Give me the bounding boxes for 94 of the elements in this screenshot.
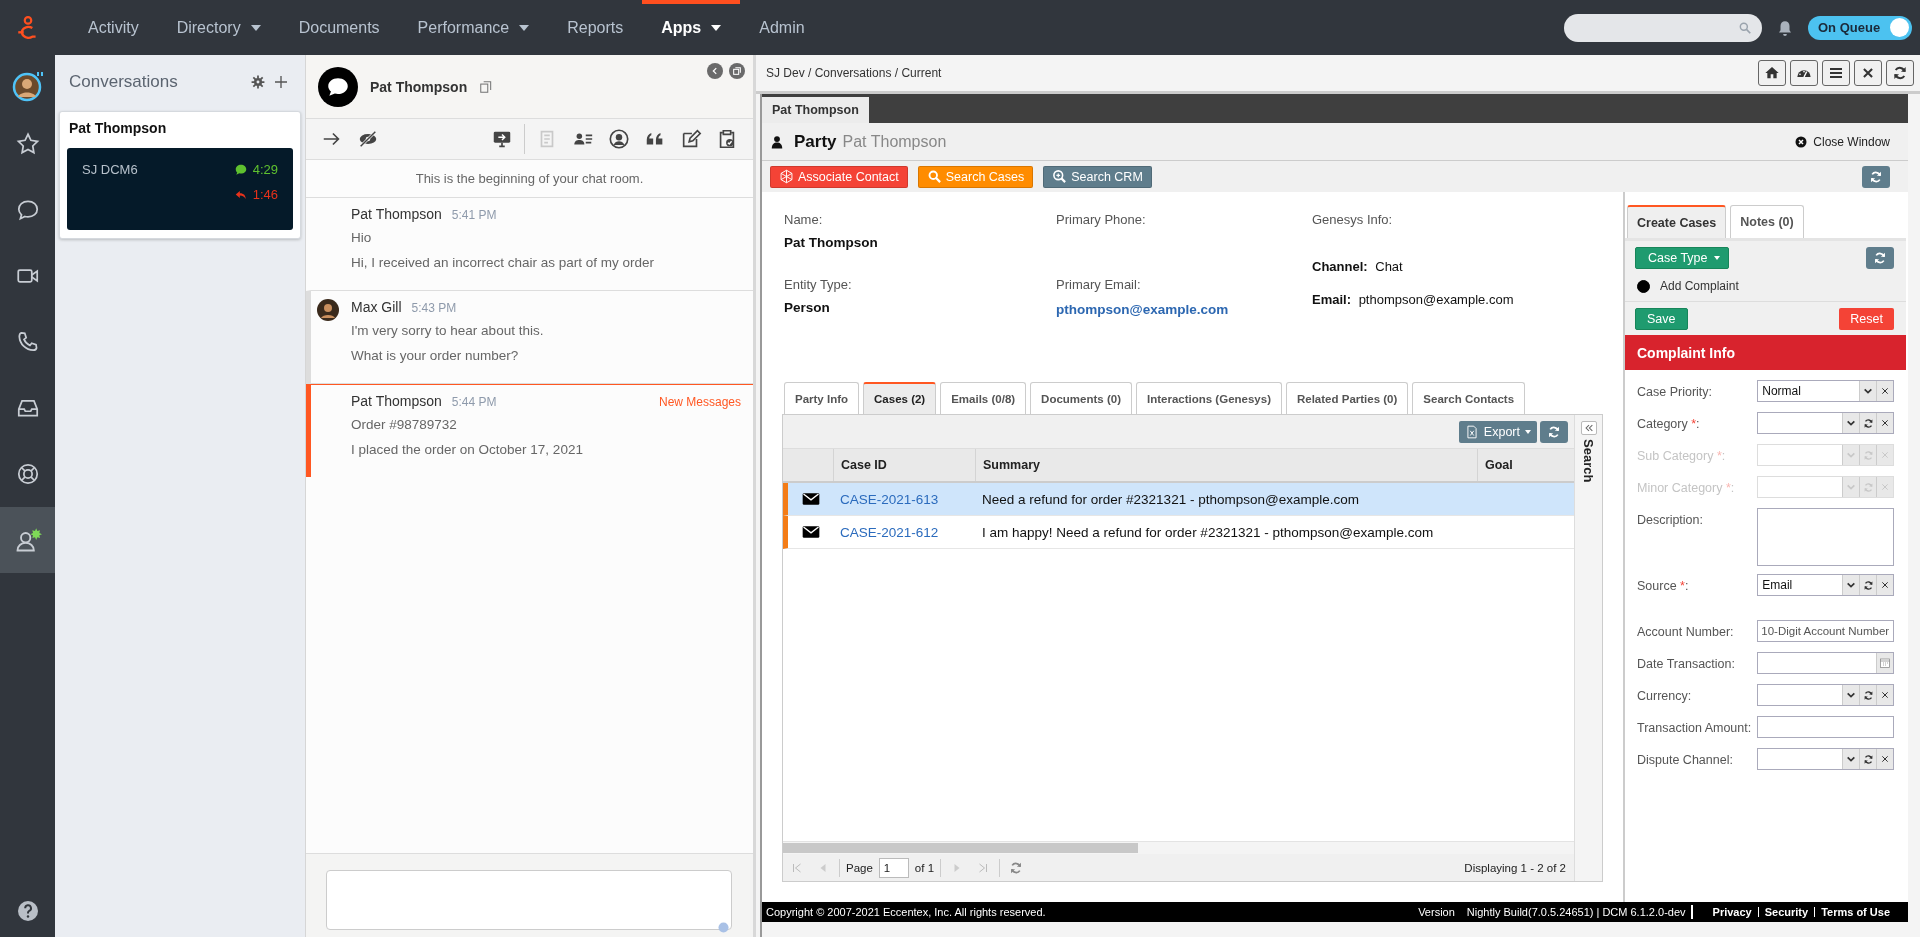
new-messages-label: New Messages (658, 395, 741, 409)
field-label: Primary Phone: (1056, 212, 1147, 227)
nav-item[interactable]: Documents (279, 0, 399, 55)
field-label: Minor Category *: (1637, 480, 1736, 495)
column-header[interactable]: Summary (975, 449, 1477, 481)
version-label: Version (1418, 906, 1455, 918)
email-link[interactable]: pthompson@example.com (1056, 302, 1229, 317)
queue-name: SJ DCM6 (82, 162, 139, 179)
tab[interactable]: Party Info (784, 382, 860, 414)
tab[interactable]: Cases (2) (863, 382, 937, 414)
contact-name: Pat Thompson (69, 120, 168, 136)
radio-label: Add Complaint (1660, 279, 1739, 293)
text-field[interactable]: 10-Digit Account Number (1757, 620, 1894, 642)
message-author: Max Gill (351, 299, 402, 315)
field-label: Genesys Info: (1312, 212, 1394, 227)
page-input[interactable]: 1 (878, 857, 909, 878)
field-value: Chat (1375, 259, 1403, 274)
action-button[interactable]: Search CRM (1043, 165, 1152, 188)
save-button[interactable]: Save (1635, 308, 1688, 330)
nav-item[interactable]: Admin (740, 0, 824, 55)
case-link[interactable]: CASE-2021-612 (840, 524, 939, 540)
message-text: I'm very sorry to hear about this. (351, 323, 545, 338)
field-label: Primary Email: (1056, 277, 1142, 292)
tab[interactable]: Related Parties (0) (1285, 382, 1409, 414)
chat-title: Pat Thompson (370, 78, 468, 95)
conversation-card[interactable]: Pat Thompson SJ DCM6 4:29 1:46 (59, 111, 301, 239)
page-count: of 1 (914, 861, 935, 874)
footer-link[interactable]: Privacy (1712, 906, 1752, 918)
footer-link[interactable]: Security (1764, 906, 1809, 918)
message-author: Pat Thompson (351, 393, 442, 409)
message-author: Pat Thompson (351, 206, 442, 222)
search-panel-tab[interactable]: Search (1581, 439, 1596, 483)
select-field[interactable]: Normal (1757, 380, 1894, 402)
message-text: Hio (351, 230, 373, 245)
case-link[interactable]: CASE-2021-613 (840, 491, 939, 507)
message-time: 5:41 PM (451, 208, 497, 222)
field-value: Pat Thompson (784, 235, 879, 251)
field-label: Channel: (1312, 259, 1368, 274)
breadcrumb: SJ Dev / Conversations / Current (766, 66, 943, 80)
nav-item[interactable]: Directory (157, 0, 280, 55)
display-count: Displaying 1 - 2 of 2 (1464, 861, 1566, 874)
message-text: What is your order number? (351, 348, 520, 363)
version-text: Nightly Build(7.0.5.24651) | DCM 6.1.2.0-dev (1466, 906, 1686, 918)
export-button[interactable]: Export (1458, 420, 1537, 443)
tab[interactable]: Emails (0/8) (940, 382, 1027, 414)
action-button[interactable]: Associate Contact (770, 165, 908, 188)
field-label: Transaction Amount: (1637, 720, 1753, 735)
close-window-button[interactable]: Close Window (1789, 133, 1896, 150)
message-text: Order #98789732 (351, 417, 458, 432)
footer-link[interactable]: Terms of Use (1821, 906, 1890, 918)
document-tab[interactable]: Pat Thompson (762, 97, 869, 123)
field-label: Email: (1312, 292, 1351, 307)
field-label: Description: (1637, 512, 1704, 527)
tab[interactable]: Interactions (Genesys) (1136, 382, 1282, 414)
table-cell-text: I am happy! Need a refund for order #2321321 - pthompson@example.com (981, 523, 1435, 542)
table-row[interactable]: CASE-2021-613 Need a refund for order #2321321 - pthompson@example.com (783, 483, 1574, 516)
on-queue-toggle[interactable]: On Queue (1808, 15, 1912, 40)
chat-intro: This is the beginning of your chat room. (306, 160, 753, 198)
copyright-text: Copyright © 2007-2021 Eccentex, Inc. All rights reserved. (766, 906, 1046, 918)
field-label: Case Priority: (1637, 384, 1714, 399)
panel-title: Conversations (69, 72, 179, 92)
field-value: Person (784, 300, 831, 316)
select-field[interactable]: Email (1757, 574, 1894, 596)
tab[interactable]: Notes (0) (1730, 205, 1804, 238)
entity-name: Pat Thompson (842, 132, 947, 151)
field-label: Account Number: (1637, 624, 1735, 639)
reset-button[interactable]: Reset (1839, 308, 1894, 330)
message-time: 5:43 PM (411, 301, 457, 315)
table-cell-text: Need a refund for order #2321321 - pthompson@example.com (981, 490, 1360, 509)
field-label: Source *: (1637, 578, 1690, 593)
timer: 4:29 (252, 162, 278, 177)
case-type-button[interactable]: Case Type (1635, 247, 1729, 269)
field-label: Dispute Channel: (1637, 752, 1734, 767)
tab[interactable]: Search Contacts (1412, 382, 1526, 414)
section-header: Complaint Info (1625, 335, 1906, 370)
message-text: Hi, I received an incorrect chair as part of my order (351, 255, 656, 270)
field-label: Entity Type: (784, 277, 853, 292)
timer: 1:46 (252, 187, 278, 202)
nav-item[interactable]: Reports (548, 0, 643, 55)
field-label: Category *: (1637, 416, 1701, 431)
field-label: Date Transaction: (1637, 656, 1736, 671)
column-header[interactable]: Case ID (833, 449, 975, 481)
field-value: pthompson@example.com (1358, 292, 1514, 307)
message-text: I placed the order on October 17, 2021 (351, 442, 584, 457)
nav-item[interactable]: Performance (398, 0, 549, 55)
field-label: Sub Category *: (1637, 448, 1727, 463)
tab[interactable]: Create Cases (1627, 205, 1727, 238)
nav-item[interactable]: Activity (69, 0, 158, 55)
entity-title: Party (794, 131, 837, 152)
tab[interactable]: Documents (0) (1030, 382, 1132, 414)
page-label: Page (846, 861, 873, 874)
message-time: 5:44 PM (451, 395, 497, 409)
field-label: Name: (784, 212, 824, 227)
field-label: Currency: (1637, 688, 1693, 703)
